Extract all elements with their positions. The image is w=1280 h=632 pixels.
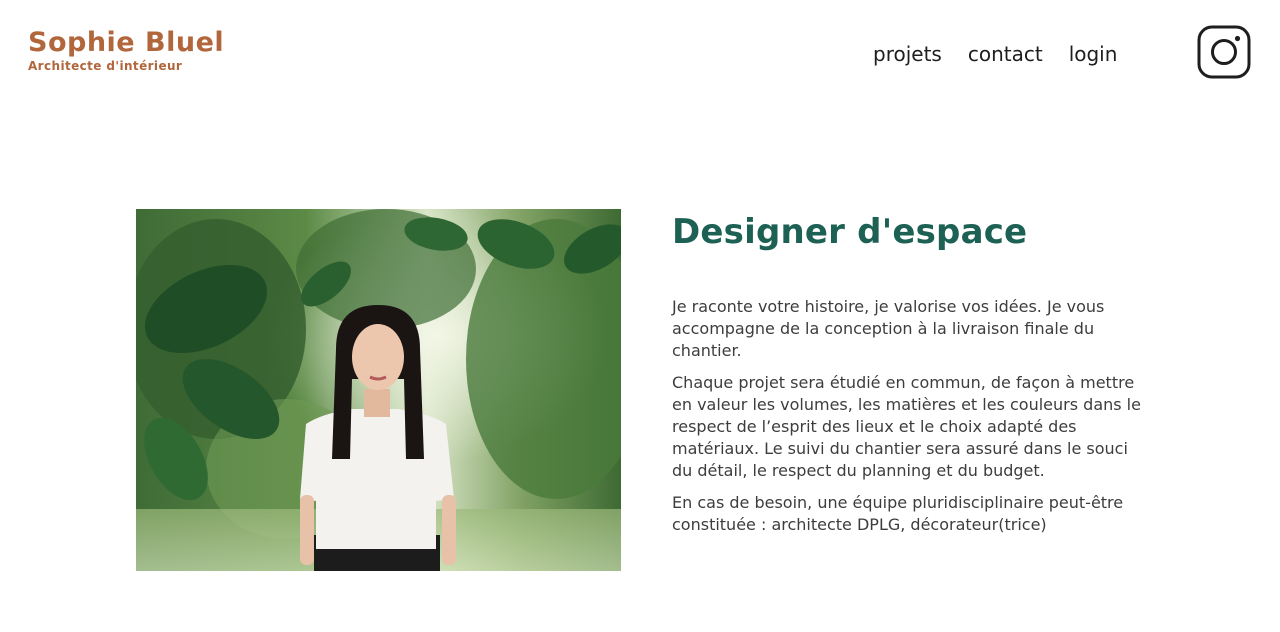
nav-link-login[interactable]: login xyxy=(1069,40,1118,68)
logo[interactable]: Sophie Bluel Architecte d'intérieur xyxy=(28,26,224,74)
section-heading: Designer d'espace xyxy=(672,212,1028,252)
nav-link-projets[interactable]: projets xyxy=(873,40,942,68)
portrait-photo-illustration xyxy=(136,209,621,571)
intro-paragraph: Chaque projet sera étudié en commun, de … xyxy=(672,373,1141,480)
instagram-icon[interactable] xyxy=(1197,25,1251,79)
logo-title: Sophie Bluel xyxy=(28,27,225,58)
nav-link-contact[interactable]: contact xyxy=(968,40,1043,68)
portrait-photo xyxy=(136,209,621,571)
introduction-text: Designer d'espace Je raconte votre histo… xyxy=(672,208,1152,546)
intro-paragraph: En cas de besoin, une équipe pluridiscip… xyxy=(672,493,1124,534)
intro-paragraph: Je raconte votre histoire, je valorise v… xyxy=(672,297,1105,360)
instagram-icon-svg xyxy=(1197,25,1251,79)
logo-subtitle: Architecte d'intérieur xyxy=(28,59,183,73)
main-nav: projets contact login xyxy=(873,40,1117,68)
